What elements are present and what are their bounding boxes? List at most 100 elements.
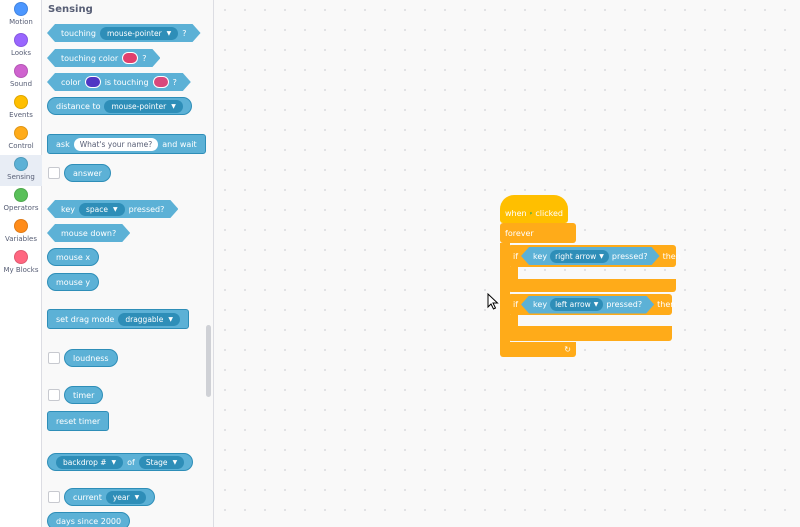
caret-down-icon: ▼ bbox=[168, 315, 174, 323]
category-label: Operators bbox=[3, 204, 39, 212]
touching-color-block[interactable]: touching color ? bbox=[47, 49, 160, 67]
if-right-arrow-block[interactable]: if key right arrow ▼ pressed? then bbox=[508, 245, 681, 267]
dropdown-value: space bbox=[86, 204, 109, 214]
touching-block[interactable]: touching mouse-pointer ▼ ? bbox=[47, 24, 201, 42]
color-swatch[interactable] bbox=[153, 76, 169, 88]
drag-mode-dropdown[interactable]: draggable ▼ bbox=[118, 312, 181, 326]
loop-arrow-icon: ↻ bbox=[564, 345, 571, 354]
block-label: touching color bbox=[61, 53, 119, 63]
loudness-checkbox[interactable] bbox=[48, 352, 60, 364]
key-dropdown[interactable]: left arrow ▼ bbox=[550, 298, 603, 311]
caret-down-icon: ▼ bbox=[171, 102, 176, 110]
caret-down-icon: ▼ bbox=[172, 458, 178, 466]
category-events[interactable]: Events bbox=[0, 93, 42, 124]
category-operators[interactable]: Operators bbox=[0, 186, 42, 217]
answer-checkbox[interactable] bbox=[48, 167, 60, 179]
timer-block[interactable]: timer bbox=[64, 386, 104, 404]
backdrop-of-stage-block[interactable]: backdrop # ▼ of Stage ▼ bbox=[47, 453, 194, 471]
attribute-dropdown[interactable]: backdrop # ▼ bbox=[56, 455, 124, 469]
when-flag-clicked-block[interactable]: when clicked bbox=[500, 195, 568, 223]
block-question-mark: ? bbox=[172, 77, 177, 87]
loudness-block[interactable]: loudness bbox=[64, 349, 118, 367]
forever-block[interactable]: forever bbox=[500, 223, 576, 243]
category-label: Control bbox=[8, 142, 34, 150]
reset-timer-block[interactable]: reset timer bbox=[47, 411, 110, 431]
category-label: Motion bbox=[9, 18, 33, 26]
category-looks[interactable]: Looks bbox=[0, 31, 42, 62]
category-variables[interactable]: Variables bbox=[0, 217, 42, 248]
block-label: pressed? bbox=[128, 204, 165, 214]
category-menu: Motion Looks Sound Events Control Sensin… bbox=[0, 0, 42, 527]
block-label: distance to bbox=[56, 101, 101, 111]
distance-to-block[interactable]: distance to mouse-pointer ▼ bbox=[47, 97, 192, 115]
current-year-block[interactable]: current year ▼ bbox=[64, 488, 156, 506]
block-label: then bbox=[657, 300, 676, 309]
control-dot-icon bbox=[14, 126, 28, 140]
block-label: answer bbox=[73, 168, 102, 178]
category-sound[interactable]: Sound bbox=[0, 62, 42, 93]
category-motion[interactable]: Motion bbox=[0, 0, 42, 31]
block-label: mouse y bbox=[56, 277, 91, 287]
category-label: Looks bbox=[10, 49, 32, 57]
category-sensing[interactable]: Sensing bbox=[0, 155, 42, 186]
block-question-mark: ? bbox=[142, 53, 147, 63]
block-label: key bbox=[533, 251, 548, 261]
caret-down-icon: ▼ bbox=[113, 205, 118, 213]
block-label: touching bbox=[61, 28, 96, 38]
block-label: mouse x bbox=[56, 252, 91, 262]
mouse-cursor-icon bbox=[487, 293, 499, 310]
color-swatch[interactable] bbox=[122, 52, 138, 64]
dropdown-value: left arrow bbox=[555, 300, 591, 309]
dropdown-value: Stage bbox=[145, 457, 168, 467]
block-label: current bbox=[73, 492, 102, 502]
block-label: pressed? bbox=[606, 300, 643, 309]
touching-dropdown[interactable]: mouse-pointer ▼ bbox=[100, 27, 178, 40]
block-label: set drag mode bbox=[56, 314, 115, 324]
caret-down-icon: ▼ bbox=[593, 301, 599, 308]
key-dropdown[interactable]: space ▼ bbox=[79, 203, 125, 216]
ask-and-wait-block[interactable]: ask What's your name? and wait bbox=[47, 134, 206, 154]
category-control[interactable]: Control bbox=[0, 124, 42, 155]
distance-dropdown[interactable]: mouse-pointer ▼ bbox=[104, 99, 183, 113]
current-checkbox[interactable] bbox=[48, 491, 60, 503]
my-blocks-dot-icon bbox=[14, 250, 28, 264]
sprite-dropdown[interactable]: Stage ▼ bbox=[138, 455, 185, 469]
block-label: if bbox=[513, 300, 519, 309]
days-since-2000-block[interactable]: days since 2000 bbox=[47, 512, 131, 527]
key-dropdown[interactable]: right arrow ▼ bbox=[550, 250, 609, 263]
set-drag-mode-block[interactable]: set drag mode draggable ▼ bbox=[47, 309, 190, 329]
category-my-blocks[interactable]: My Blocks bbox=[0, 248, 42, 279]
block-label: of bbox=[127, 457, 135, 467]
timer-checkbox[interactable] bbox=[48, 389, 60, 401]
block-palette: Sensing touching mouse-pointer ▼ ? touchi… bbox=[42, 0, 214, 527]
answer-block[interactable]: answer bbox=[64, 164, 111, 182]
forever-bottom: ↻ bbox=[500, 342, 576, 357]
mouse-down-block[interactable]: mouse down? bbox=[47, 224, 130, 242]
dropdown-value: mouse-pointer bbox=[106, 28, 162, 38]
color-swatch[interactable] bbox=[85, 76, 101, 88]
block-label: timer bbox=[73, 390, 95, 400]
looks-dot-icon bbox=[14, 33, 28, 47]
color-touching-color-block[interactable]: color is touching ? bbox=[47, 73, 191, 91]
category-label: Variables bbox=[5, 235, 37, 243]
key-left-arrow-pressed[interactable]: key left arrow ▼ pressed? bbox=[521, 296, 654, 314]
block-label: color bbox=[61, 77, 81, 87]
dropdown-value: draggable bbox=[125, 314, 164, 324]
block-label: mouse down? bbox=[61, 228, 117, 238]
key-pressed-block[interactable]: key space ▼ pressed? bbox=[47, 200, 178, 218]
sound-dot-icon bbox=[14, 64, 28, 78]
dropdown-value: right arrow bbox=[555, 251, 597, 261]
key-right-arrow-pressed[interactable]: key right arrow ▼ pressed? bbox=[521, 247, 660, 265]
dropdown-value: year bbox=[112, 492, 130, 502]
events-dot-icon bbox=[14, 95, 28, 109]
palette-scrollbar[interactable] bbox=[206, 325, 211, 397]
current-dropdown[interactable]: year ▼ bbox=[105, 490, 147, 504]
block-label: when bbox=[505, 208, 527, 218]
palette-title: Sensing bbox=[48, 4, 93, 15]
ask-text-input[interactable]: What's your name? bbox=[73, 137, 159, 151]
if-bottom bbox=[508, 279, 676, 292]
category-label: Events bbox=[9, 111, 33, 119]
mouse-y-block[interactable]: mouse y bbox=[47, 273, 100, 291]
mouse-x-block[interactable]: mouse x bbox=[47, 248, 100, 266]
if-left-arrow-block[interactable]: if key left arrow ▼ pressed? then bbox=[508, 294, 676, 315]
